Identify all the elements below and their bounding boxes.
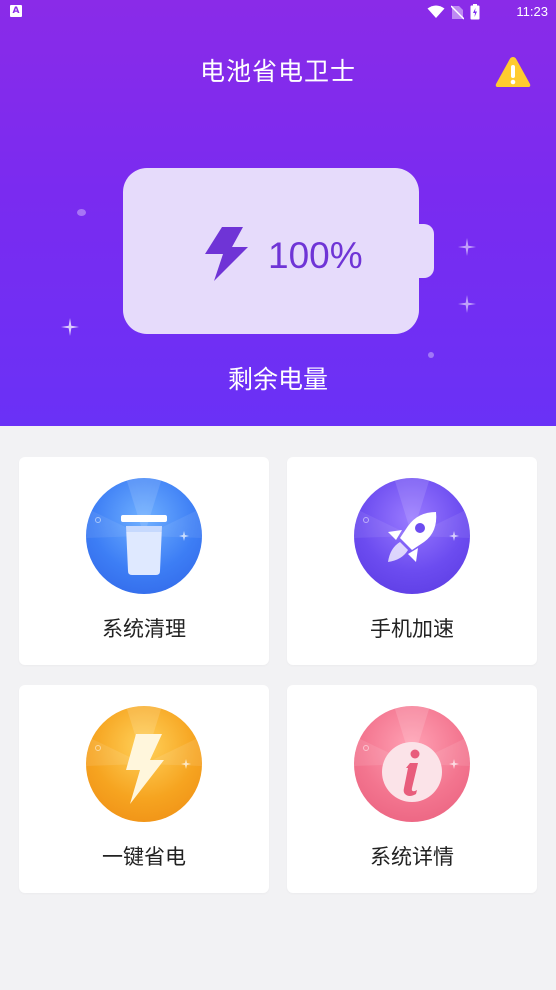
battery-status-icon — [470, 4, 480, 20]
system-clean-card[interactable]: 系统清理 — [19, 457, 269, 665]
trash-can-icon — [86, 478, 202, 594]
battery-percent: 100% — [268, 235, 363, 276]
wifi-icon — [427, 5, 445, 18]
lightning-bolt-icon — [205, 227, 248, 281]
no-sim-icon — [451, 5, 464, 19]
battery-terminal — [414, 224, 434, 278]
status-bar: A 11:23 — [0, 0, 556, 24]
phone-boost-card[interactable]: 手机加速 — [287, 457, 537, 665]
rocket-icon — [354, 478, 470, 594]
sparkle-icon — [61, 318, 79, 336]
system-clean-label: 系统清理 — [102, 617, 186, 641]
sparkle-icon — [458, 238, 476, 256]
remaining-charge-label: 剩余电量 — [227, 365, 328, 394]
phone-boost-label: 手机加速 — [370, 617, 454, 641]
system-details-card[interactable]: 系统详情 — [287, 685, 537, 893]
one-tap-save-label: 一键省电 — [102, 845, 186, 869]
system-details-label: 系统详情 — [370, 845, 454, 869]
app-notification-icon: A — [10, 5, 22, 17]
app-title: 电池省电卫士 — [199, 57, 356, 86]
warning-triangle-icon[interactable] — [494, 55, 532, 89]
header-banner: A 11:23 电池省电卫士 100% 剩余电量 — [0, 0, 556, 426]
status-time: 11:23 — [516, 4, 548, 19]
info-icon — [354, 706, 470, 822]
lightning-bolt-icon — [86, 706, 202, 822]
decor-dot — [428, 352, 434, 358]
decor-dot — [77, 209, 86, 216]
one-tap-save-card[interactable]: 一键省电 — [19, 685, 269, 893]
sparkle-icon — [458, 295, 476, 313]
